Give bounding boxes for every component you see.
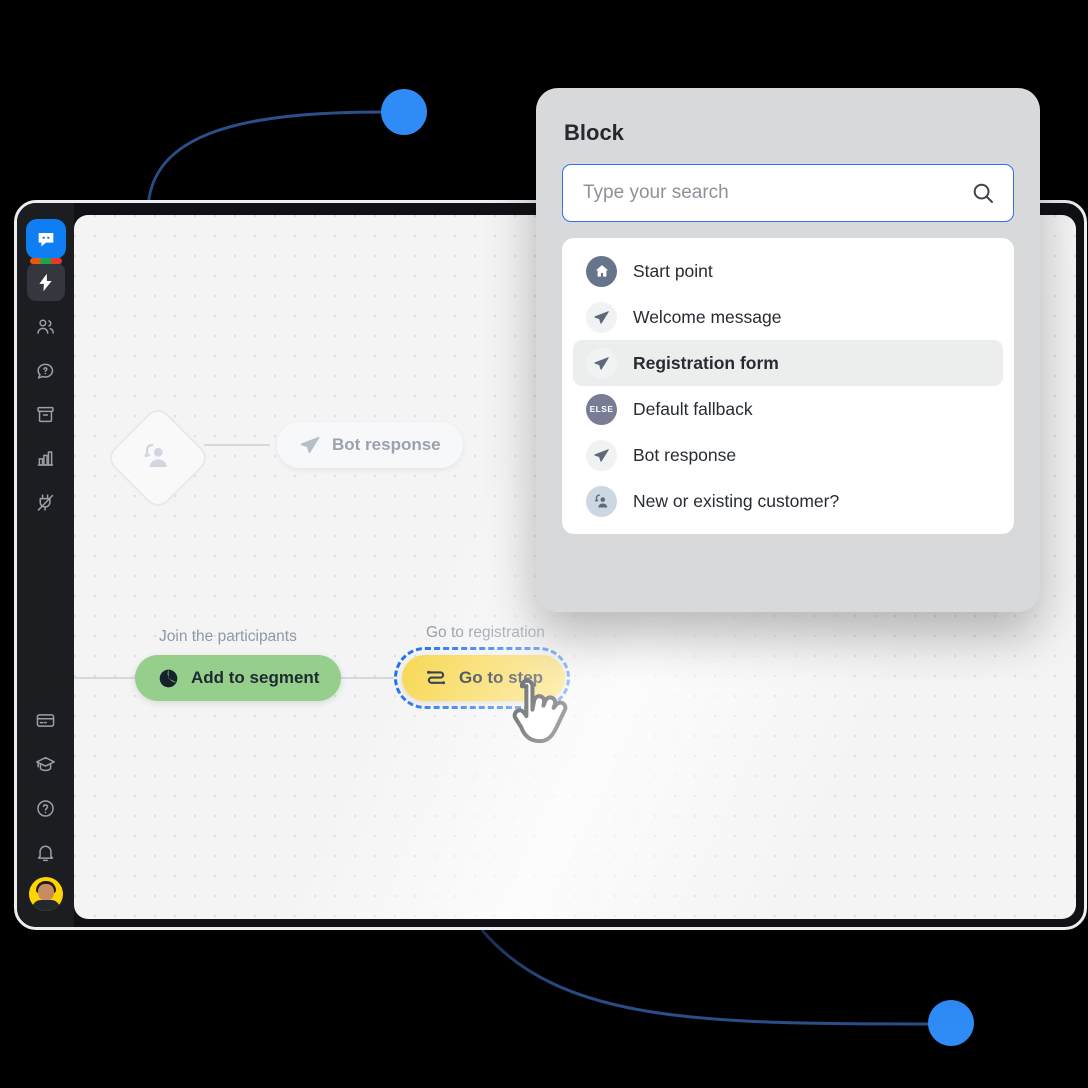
sidebar-item-team[interactable] — [27, 307, 65, 345]
search-icon[interactable] — [971, 181, 995, 205]
sidebar-item-chats[interactable] — [27, 351, 65, 389]
search-input[interactable] — [581, 181, 971, 205]
caption-go-to-registration: Go to registration — [426, 624, 545, 641]
sidebar-item-automation[interactable] — [26, 263, 65, 301]
canvas-node-bot-response[interactable]: Bot response — [277, 422, 463, 468]
block-list-item-label: Welcome message — [633, 306, 782, 327]
go-to-step-route-icon — [424, 666, 448, 690]
block-list-item-new-or-existing-customer[interactable]: New or existing customer? — [573, 478, 1003, 524]
block-list-item-start-point[interactable]: Start point — [573, 248, 1003, 294]
sidebar-item-learning[interactable] — [27, 745, 65, 783]
sidebar-item-integrations[interactable] — [27, 483, 65, 521]
send-paper-plane-icon — [586, 347, 617, 379]
block-list-item-default-fallback[interactable]: ELSE Default fallback — [573, 386, 1003, 432]
avatar-body — [31, 900, 60, 911]
wire-decision-to-bot-response — [204, 444, 270, 446]
block-list-item-label: Registration form — [633, 352, 779, 373]
canvas-node-add-to-segment[interactable]: Add to segment — [135, 655, 342, 701]
block-list: Start point Welcome message Registration… — [562, 238, 1014, 534]
home-icon — [586, 255, 617, 287]
wire-inbound-to-add-to-segment — [74, 677, 136, 679]
avatar-face — [37, 884, 54, 901]
left-sidebar — [17, 203, 74, 927]
caption-join-the-participants: Join the participants — [159, 628, 297, 645]
customer-question-icon — [586, 485, 617, 517]
canvas-node-add-to-segment-label: Add to segment — [191, 668, 320, 687]
search-field-wrapper[interactable] — [562, 164, 1014, 222]
else-badge-icon: ELSE — [586, 393, 617, 425]
block-list-item-label: Default fallback — [633, 398, 753, 419]
sidebar-item-reports[interactable] — [27, 439, 65, 477]
sidebar-item-notifications[interactable] — [27, 833, 65, 871]
sidebar-item-archives[interactable] — [27, 395, 65, 433]
user-avatar[interactable] — [28, 877, 63, 911]
block-list-item-label: Start point — [633, 260, 713, 281]
block-list-item-label: New or existing customer? — [633, 490, 840, 511]
block-picker-panel: Block Start point — [536, 88, 1040, 612]
send-paper-plane-icon — [586, 439, 617, 471]
sidebar-item-billing[interactable] — [27, 701, 65, 739]
hand-pointer-cursor — [504, 678, 580, 756]
sidebar-item-help[interactable] — [27, 789, 65, 827]
send-paper-plane-icon — [299, 434, 321, 456]
send-paper-plane-icon — [586, 301, 617, 333]
block-list-item-registration-form[interactable]: Registration form — [573, 340, 1003, 386]
panel-title: Block — [564, 120, 624, 145]
flow-connector-node-top[interactable] — [381, 89, 427, 135]
customer-question-icon — [130, 431, 182, 481]
block-list-item-bot-response[interactable]: Bot response — [573, 432, 1003, 478]
flow-connector-node-bottom[interactable] — [928, 1000, 974, 1046]
segment-pie-icon — [157, 667, 180, 690]
screenshot-stage: Bot response Join the participants Go to… — [0, 0, 1088, 1088]
canvas-node-bot-response-label: Bot response — [332, 435, 441, 454]
block-list-item-label: Bot response — [633, 444, 737, 465]
livechat-logo-icon[interactable] — [25, 219, 66, 264]
block-list-item-welcome-message[interactable]: Welcome message — [573, 294, 1003, 340]
